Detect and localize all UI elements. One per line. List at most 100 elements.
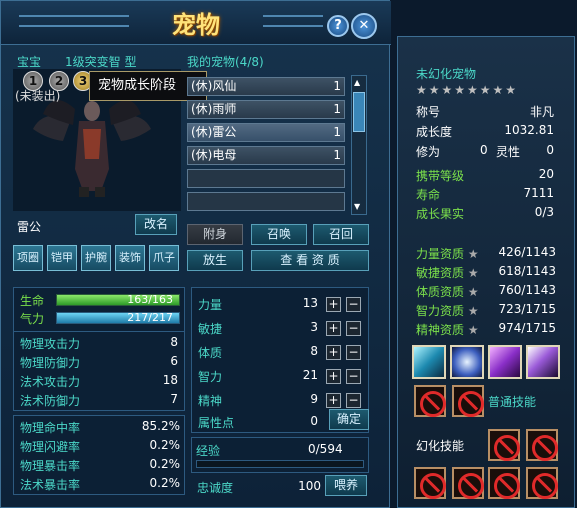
- attr-plus-button[interactable]: +: [326, 369, 341, 384]
- tab-baobao[interactable]: 宝宝: [17, 53, 41, 70]
- rate-value: 0.2%: [149, 476, 181, 490]
- help-button[interactable]: ?: [327, 15, 349, 37]
- pet-list-item[interactable]: (休)电母 1: [187, 146, 345, 165]
- release-button[interactable]: 放生: [187, 250, 243, 271]
- info-value: 0/3: [534, 205, 554, 219]
- attach-button[interactable]: 附身: [187, 224, 243, 245]
- equip-slot-armor[interactable]: 铠甲: [47, 245, 77, 271]
- mp-bar: 217/217: [56, 311, 180, 324]
- pet-list-scrollbar[interactable]: ▲ ▼: [351, 75, 367, 215]
- aptitude-label: 智力资质 ★: [416, 304, 479, 318]
- skill-slot-locked[interactable]: [526, 429, 558, 461]
- skill-slot-locked[interactable]: [452, 385, 484, 417]
- view-aptitude-button[interactable]: 查 看 资 质: [251, 250, 369, 271]
- pet-name: 雷公: [17, 220, 42, 234]
- pet-list-item-selected[interactable]: (休)雷公 1: [187, 123, 345, 142]
- info-value: 非凡: [529, 105, 554, 119]
- stage-circle-1[interactable]: 1: [23, 71, 43, 91]
- exp-value: 0/594: [308, 442, 343, 456]
- attr-minus-button[interactable]: −: [346, 297, 361, 312]
- skill-slot-locked[interactable]: [526, 467, 558, 499]
- stage-circle-2[interactable]: 2: [49, 71, 69, 91]
- attr-plus-button[interactable]: +: [326, 321, 341, 336]
- close-icon: ✕: [358, 18, 370, 33]
- feed-button[interactable]: 喂养: [325, 475, 367, 496]
- skill-icon-arcane[interactable]: [488, 345, 522, 379]
- aptitude-value: 974/1715: [498, 321, 557, 335]
- pet-list-item[interactable]: (休)雨师 1: [187, 100, 345, 119]
- title-ornament-right: [263, 15, 323, 27]
- info-label: 成长度: [416, 125, 453, 139]
- skill-icon-lightning[interactable]: [450, 345, 484, 379]
- rename-button[interactable]: 改名: [135, 214, 177, 235]
- attr-minus-button[interactable]: −: [346, 393, 361, 408]
- loyalty-value: 100: [298, 479, 321, 493]
- loyalty-label: 忠诚度: [197, 481, 234, 495]
- attr-label: 敏捷: [198, 322, 223, 336]
- close-button[interactable]: ✕: [351, 13, 377, 39]
- attr-plus-button[interactable]: +: [326, 297, 341, 312]
- rate-value: 85.2%: [141, 419, 180, 433]
- skill-slot-locked[interactable]: [414, 385, 446, 417]
- summon-button[interactable]: 召唤: [251, 224, 307, 245]
- equip-slot-collar[interactable]: 项圈: [13, 245, 43, 271]
- attr-plus-button[interactable]: +: [326, 393, 341, 408]
- attr-plus-button[interactable]: +: [326, 345, 341, 360]
- stat-label: 法术攻击力: [20, 375, 81, 389]
- recall-button[interactable]: 召回: [313, 224, 369, 245]
- rate-value: 0.2%: [149, 457, 181, 471]
- attr-label: 精神: [198, 394, 223, 408]
- xiuwei-value: 0: [480, 143, 488, 157]
- points-label: 属性点: [198, 416, 235, 430]
- scroll-thumb[interactable]: [353, 92, 365, 132]
- pet-list-item[interactable]: (休)风仙 1: [187, 77, 345, 96]
- pet-slot-empty[interactable]: [187, 169, 345, 188]
- aptitude-label: 精神资质 ★: [416, 323, 479, 337]
- skill-icon-spirit[interactable]: [526, 345, 560, 379]
- hp-bar: 163/163: [56, 293, 180, 306]
- stat-label: 法术防御力: [20, 394, 81, 408]
- attr-minus-button[interactable]: −: [346, 321, 361, 336]
- info-label: 称号: [416, 105, 441, 119]
- stat-label: 物理攻击力: [20, 337, 81, 351]
- info-value: 20: [538, 167, 554, 181]
- skill-slot-locked[interactable]: [452, 467, 484, 499]
- aptitude-value: 426/1143: [498, 245, 557, 259]
- mp-label: 气力: [20, 312, 45, 326]
- pet-info-side-panel: 未幻化宠物 ★★★★★★★★ 称号 非凡 成长度 1032.81 修为 0 灵性 0 携…: [397, 36, 575, 508]
- attr-value: 13: [302, 296, 318, 310]
- attr-minus-button[interactable]: −: [346, 345, 361, 360]
- huanhua-skill-label: 幻化技能: [416, 439, 465, 453]
- stat-label: 物理防御力: [20, 356, 81, 370]
- equip-slot-bracer[interactable]: 护腕: [81, 245, 111, 271]
- pet-type-label: 1级突变智 型: [65, 55, 137, 69]
- scroll-up-icon[interactable]: ▲: [354, 78, 364, 88]
- info-value: 1032.81: [504, 123, 554, 137]
- skill-slot-locked[interactable]: [488, 429, 520, 461]
- combat-panel: 物理攻击力 8 物理防御力 6 法术攻击力 18 法术防御力 7: [13, 331, 185, 411]
- title-ornament-left: [19, 15, 129, 27]
- attr-minus-button[interactable]: −: [346, 369, 361, 384]
- lingxing-label: 灵性: [496, 145, 521, 159]
- pet-window: 宠物 ? ✕ 宝宝 1级突变智 型 我的宠物(4/8) (未装出) 1 2 3 …: [0, 0, 391, 508]
- equip-slot-claw[interactable]: 爪子: [149, 245, 179, 271]
- star-rating: ★★★★★★★★: [416, 83, 519, 97]
- my-pets-label: 我的宠物(4/8): [187, 55, 264, 69]
- skill-icon-ice[interactable]: [412, 345, 446, 379]
- info-label: 寿命: [416, 188, 441, 202]
- pet-slot-empty[interactable]: [187, 192, 345, 211]
- aptitude-value: 760/1143: [498, 283, 557, 297]
- confirm-button[interactable]: 确定: [329, 409, 369, 430]
- attr-label: 智力: [198, 370, 223, 384]
- skill-slot-locked[interactable]: [414, 467, 446, 499]
- attr-value: 3: [310, 320, 318, 334]
- skill-slot-locked[interactable]: [488, 467, 520, 499]
- rate-label: 物理闪避率: [20, 440, 81, 454]
- aptitude-label: 体质资质 ★: [416, 285, 479, 299]
- exp-bar: [196, 460, 364, 468]
- equip-slot-decor[interactable]: 装饰: [115, 245, 145, 271]
- scroll-down-icon[interactable]: ▼: [354, 202, 364, 212]
- rate-value: 0.2%: [149, 438, 181, 452]
- aptitude-label: 敏捷资质 ★: [416, 266, 479, 280]
- points-value: 0: [310, 414, 318, 428]
